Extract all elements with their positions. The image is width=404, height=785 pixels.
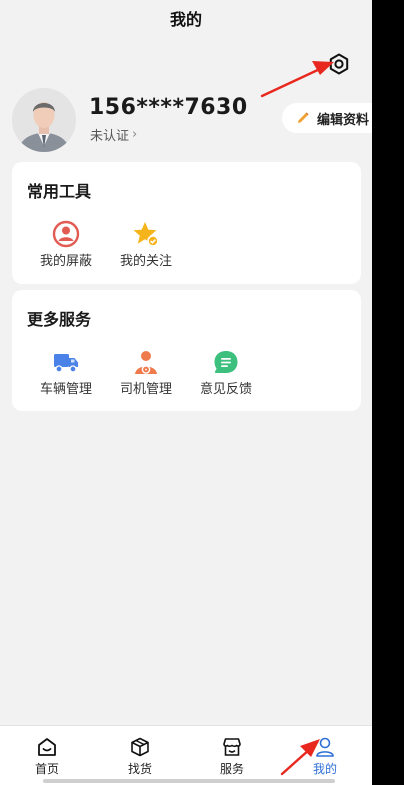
more-services-card: 更多服务 车辆管理 司机管理 意见反馈 [12, 290, 361, 411]
mine-screen: 我的 156****7630 未认证 › 编辑资料 常用工具 我的屏蔽 我的关注… [0, 0, 372, 785]
service-label: 意见反馈 [199, 382, 252, 397]
service-label: 司机管理 [119, 382, 172, 397]
avatar[interactable] [12, 88, 76, 152]
screen-edge [372, 0, 404, 785]
tab-home[interactable]: 首页 [17, 736, 77, 777]
settings-gear-icon [329, 53, 349, 75]
settings-button[interactable] [326, 51, 352, 77]
service-vehicle-management[interactable]: 车辆管理 [26, 348, 106, 397]
tab-mine[interactable]: 我的 [295, 736, 355, 777]
star-follow-icon [133, 222, 159, 247]
tab-label: 服务 [219, 762, 244, 776]
home-icon [38, 738, 56, 756]
tab-service[interactable]: 服务 [202, 736, 262, 777]
edit-profile-button[interactable]: 编辑资料 [282, 103, 372, 133]
auth-status-link[interactable]: 未认证 › [90, 125, 137, 144]
box-icon [131, 737, 149, 757]
bottom-tab-bar: 首页 找货 服务 我的 [0, 725, 372, 785]
tool-my-follow[interactable]: 我的关注 [106, 220, 186, 269]
tool-my-blocked[interactable]: 我的屏蔽 [26, 220, 106, 269]
blocked-user-icon [52, 220, 80, 248]
common-tools-title: 常用工具 [27, 182, 92, 201]
tab-label: 找货 [127, 762, 152, 776]
auth-status-label: 未认证 [90, 129, 130, 144]
edit-profile-label: 编辑资料 [317, 112, 370, 128]
feedback-icon [214, 351, 238, 373]
tool-label: 我的关注 [119, 254, 172, 269]
pencil-icon [296, 111, 310, 125]
user-avatar-icon [12, 88, 76, 152]
person-icon [316, 737, 334, 757]
user-phone: 156****7630 [89, 95, 248, 120]
service-feedback[interactable]: 意见反馈 [186, 348, 266, 397]
service-label: 车辆管理 [39, 382, 92, 397]
tool-label: 我的屏蔽 [39, 254, 92, 269]
tab-label: 我的 [312, 762, 337, 776]
tab-label: 首页 [34, 762, 59, 776]
truck-icon [54, 354, 78, 373]
store-icon [223, 738, 241, 756]
page-title: 我的 [169, 10, 202, 29]
home-indicator [43, 779, 335, 783]
service-driver-management[interactable]: 司机管理 [106, 348, 186, 397]
driver-icon [135, 351, 157, 374]
chevron-right-icon: › [132, 127, 138, 142]
common-tools-card: 常用工具 我的屏蔽 我的关注 [12, 162, 361, 284]
more-services-title: 更多服务 [27, 310, 92, 329]
tab-find-goods[interactable]: 找货 [110, 736, 170, 777]
